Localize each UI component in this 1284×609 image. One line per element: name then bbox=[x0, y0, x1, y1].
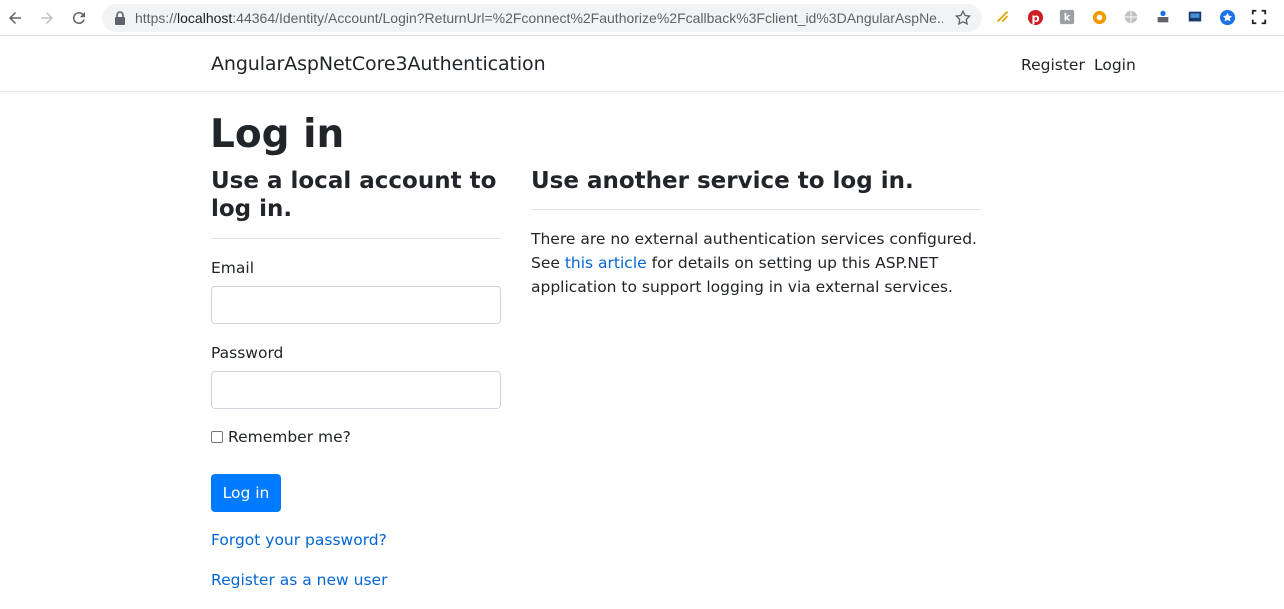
nav-login-link[interactable]: Login bbox=[1094, 56, 1136, 74]
bookmark-star-icon[interactable] bbox=[954, 9, 972, 27]
pinterest-icon[interactable]: p bbox=[1026, 8, 1044, 26]
extension-orange-icon[interactable] bbox=[1090, 8, 1108, 26]
extension-grey-icon[interactable]: k bbox=[1058, 8, 1076, 26]
divider bbox=[211, 238, 501, 239]
register-new-user-link[interactable]: Register as a new user bbox=[211, 571, 387, 589]
login-button[interactable]: Log in bbox=[211, 474, 281, 512]
email-field[interactable] bbox=[211, 286, 501, 324]
page-title: Log in bbox=[210, 112, 345, 157]
external-login-heading: Use another service to log in. bbox=[531, 168, 914, 194]
extension-stamp-icon[interactable] bbox=[1154, 8, 1172, 26]
local-login-heading: Use a local account to log in. bbox=[211, 168, 497, 222]
external-login-section: Use another service to log in. There are… bbox=[531, 167, 981, 299]
forgot-password-link[interactable]: Forgot your password? bbox=[211, 531, 387, 549]
nav-register-link[interactable]: Register bbox=[1021, 56, 1085, 74]
url-text: https://localhost:44364/Identity/Account… bbox=[135, 10, 943, 26]
extension-screen-icon[interactable] bbox=[1186, 8, 1204, 26]
address-bar[interactable]: https://localhost:44364/Identity/Account… bbox=[102, 4, 982, 32]
browser-toolbar: https://localhost:44364/Identity/Account… bbox=[0, 0, 1284, 36]
navbar-brand[interactable]: AngularAspNetCore3Authentication bbox=[211, 53, 546, 75]
external-login-message: There are no external authentication ser… bbox=[531, 227, 981, 299]
password-label: Password bbox=[211, 344, 284, 362]
remember-me-label[interactable]: Remember me? bbox=[228, 428, 351, 446]
back-arrow-icon[interactable] bbox=[4, 7, 26, 29]
extension-blue-star-icon[interactable] bbox=[1218, 8, 1236, 26]
remember-me-checkbox[interactable] bbox=[211, 431, 223, 443]
reload-icon[interactable] bbox=[68, 7, 90, 29]
forward-arrow-icon[interactable] bbox=[36, 7, 58, 29]
screenshot-capture-icon[interactable] bbox=[1250, 8, 1268, 26]
password-field[interactable] bbox=[211, 371, 501, 409]
lock-icon bbox=[115, 11, 125, 25]
globe-icon[interactable] bbox=[1122, 8, 1140, 26]
svg-text:k: k bbox=[1064, 13, 1071, 24]
email-label: Email bbox=[211, 259, 255, 277]
local-login-section: Use a local account to log in. Email Pas… bbox=[211, 167, 501, 446]
divider bbox=[531, 209, 981, 210]
extension-lightning-icon[interactable] bbox=[994, 8, 1012, 26]
site-navbar: AngularAspNetCore3Authentication Registe… bbox=[0, 37, 1284, 92]
this-article-link[interactable]: this article bbox=[565, 254, 647, 272]
svg-text:p: p bbox=[1031, 10, 1039, 24]
remember-me-row: Remember me? bbox=[211, 428, 501, 446]
